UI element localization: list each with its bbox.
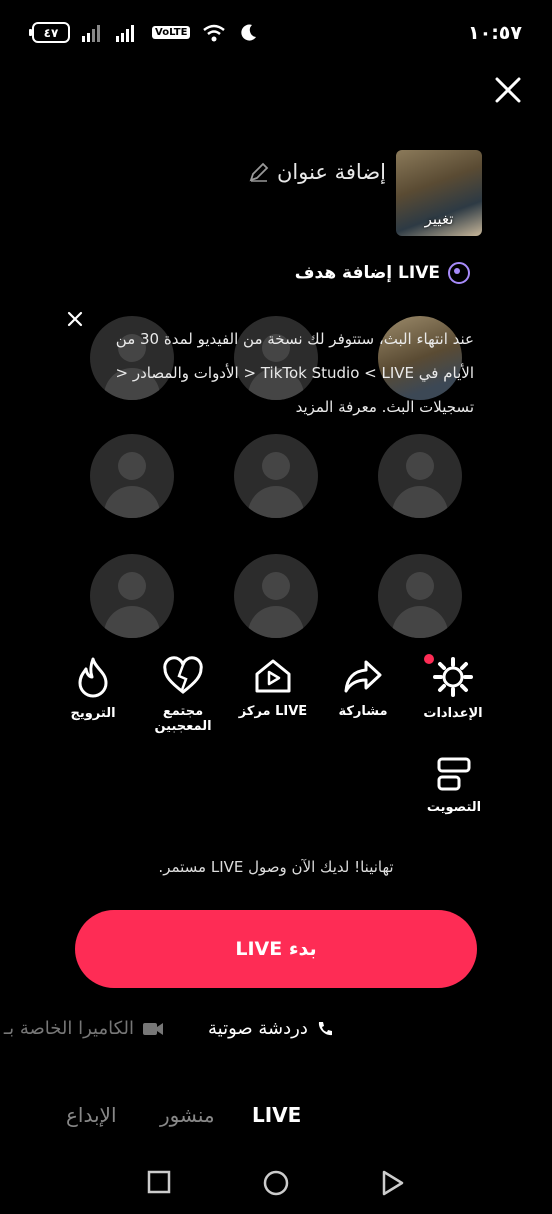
congrats-message: تهانينا! لديك الآن وصول LIVE مستمر. [158,858,394,876]
back-icon[interactable] [381,1170,405,1196]
tab-post[interactable]: منشور [160,1103,215,1127]
guest-avatar [378,554,462,638]
live-center-icon [255,659,291,693]
promote-label: الترويج [70,706,116,721]
voice-chat-label: دردشة صوتية [208,1018,308,1039]
target-icon [448,262,470,284]
guest-avatar [234,434,318,518]
add-title-field[interactable]: إضافة عنوان [249,160,386,184]
battery-icon: ٤٧ [29,22,70,43]
guest-avatar [378,434,462,518]
fan-club-button[interactable]: مجتمع المعجبين [133,656,233,734]
close-icon[interactable] [494,76,522,104]
poll-label: التصويت [426,800,482,815]
guest-avatar [90,554,174,638]
wifi-icon [203,24,226,41]
settings-label: الإعدادات [423,706,483,721]
tab-live[interactable]: LIVE [252,1103,301,1127]
heart-icon [163,656,203,694]
settings-icon [433,657,473,697]
voice-chat-mode[interactable]: دردشة صوتية [208,1018,334,1039]
pencil-icon [249,162,269,182]
notice-line-3[interactable]: تسجيلات البث. معرفة المزيد [74,390,474,424]
signal-icon-2 [116,24,134,42]
notification-dot [424,654,434,664]
share-label: مشاركة [338,704,388,719]
flame-icon [78,657,108,698]
video-camera-icon [143,1022,163,1035]
poll-icon [437,757,471,791]
poll-button[interactable]: التصويت [404,756,504,815]
add-title-label: إضافة عنوان [276,160,386,184]
goal-label: إضافة هدف LIVE [294,263,440,283]
status-icons: ٤٧ VoLTE [29,22,258,43]
camera-mode[interactable]: الكاميرا الخاصة بـ [4,1018,164,1039]
signal-icon [82,24,100,42]
notice-line-1: عند انتهاء البث، ستتوفر لك نسخة من الفيد… [115,330,474,348]
go-live-button[interactable]: بدء LIVE [75,910,477,988]
cover-image[interactable]: تغيير [396,150,482,236]
share-button[interactable]: مشاركة [313,656,413,719]
fan-club-label: مجتمع المعجبين [154,704,212,734]
camera-label: الكاميرا الخاصة بـ [3,1018,134,1039]
notice-line-2: الأيام في TikTok Studio < LIVE < الأدوات… [115,364,474,382]
change-cover-label: تغيير [424,210,454,228]
recents-icon[interactable] [147,1170,171,1194]
moon-icon [241,24,257,41]
live-center-button[interactable]: مركز LIVE [223,656,323,719]
tab-create[interactable]: الإبداع [66,1103,117,1127]
clock: ١٠:٥٧ [468,22,522,44]
guest-avatar [234,554,318,638]
promote-button[interactable]: الترويج [43,656,143,721]
volte-badge: VoLTE [152,26,191,39]
live-center-label: مركز LIVE [238,704,308,719]
add-live-goal[interactable]: إضافة هدف LIVE [295,262,470,284]
phone-icon [318,1021,332,1035]
guest-avatar [90,434,174,518]
home-icon[interactable] [263,1170,289,1196]
share-icon [344,660,382,693]
settings-button[interactable]: الإعدادات [403,656,503,721]
recording-notice: عند انتهاء البث، ستتوفر لك نسخة من الفيد… [74,322,474,424]
